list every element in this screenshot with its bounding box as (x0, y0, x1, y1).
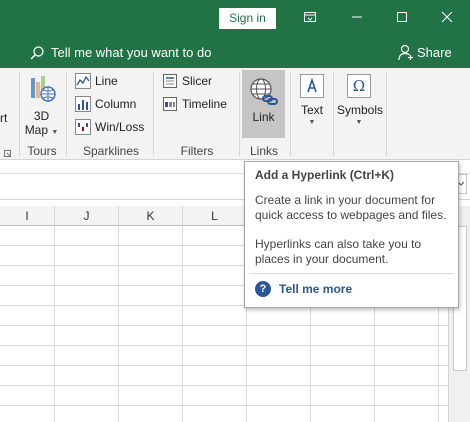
3d-map-icon (30, 76, 56, 102)
dialog-launcher-icon[interactable] (4, 147, 12, 158)
slicer-label: Slicer (182, 74, 213, 88)
link-button[interactable]: Link (242, 70, 285, 138)
symbols-label: Symbols (337, 103, 384, 117)
column-header-j[interactable]: J (55, 206, 119, 226)
ribbon: rt 3D Map ▼ Tours Line Column Win/Loss S… (0, 68, 470, 160)
group-separator (386, 72, 387, 156)
close-icon[interactable] (437, 6, 457, 28)
timeline-icon (163, 97, 177, 111)
help-icon: ? (255, 281, 271, 297)
map-label: Map (24, 123, 49, 137)
column-header-i[interactable]: I (0, 206, 55, 226)
chevron-down-icon: ▼ (355, 119, 363, 126)
tell-me-bar: Tell me what you want to do Share (0, 37, 470, 68)
sparkline-winloss-label: Win/Loss (95, 120, 145, 134)
group-separator (239, 72, 240, 156)
text-button[interactable]: Text ▼ (294, 72, 330, 138)
link-label: Link (252, 110, 275, 124)
maximize-icon[interactable] (392, 6, 412, 28)
hyperlink-tooltip: Add a Hyperlink (Ctrl+K) Create a link i… (244, 161, 459, 308)
symbols-button[interactable]: Ω Symbols ▼ (337, 72, 384, 138)
tell-me-more-label: Tell me more (279, 282, 353, 296)
3d-map-button[interactable]: 3D Map ▼ (21, 74, 62, 142)
chevron-down-icon: ▼ (308, 119, 316, 126)
group-separator (333, 72, 334, 156)
tooltip-divider (249, 273, 454, 274)
title-bar: Sign in (0, 0, 470, 37)
sparkline-line-label: Line (95, 74, 118, 88)
svg-text:Ω: Ω (353, 77, 365, 95)
person-icon (398, 44, 413, 61)
partial-ribbon-label: rt (0, 111, 8, 125)
filters-group-label: Filters (180, 144, 214, 158)
tooltip-description-2: Hyperlinks can also take you to places i… (255, 237, 422, 266)
tours-group-label: Tours (27, 144, 57, 158)
3d-map-label: 3D (33, 109, 50, 123)
group-separator (290, 72, 291, 156)
tooltip-title: Add a Hyperlink (Ctrl+K) (255, 168, 395, 182)
group-separator (153, 72, 154, 156)
sparkline-column-icon (75, 96, 91, 112)
slicer-icon (163, 74, 177, 88)
sparkline-line-icon (75, 73, 91, 89)
text-label: Text (300, 103, 323, 117)
tooltip-description: Create a link in your document for quick… (255, 193, 447, 222)
group-separator (66, 72, 67, 156)
minimize-icon[interactable] (347, 6, 367, 28)
hyperlink-globe-icon (250, 78, 278, 105)
chevron-down-icon: ▼ (51, 129, 59, 136)
column-header-l[interactable]: L (183, 206, 247, 226)
tell-me-input[interactable]: Tell me what you want to do (51, 44, 211, 61)
sparkline-winloss-icon (75, 119, 91, 135)
sparkline-column-label: Column (95, 97, 137, 111)
share-label: Share (417, 45, 452, 60)
sign-in-button[interactable]: Sign in (219, 8, 276, 29)
column-header-k[interactable]: K (119, 206, 183, 226)
sparklines-group-label: Sparklines (82, 144, 140, 158)
omega-symbol-icon: Ω (347, 74, 371, 98)
search-icon (30, 46, 44, 60)
text-box-icon (300, 74, 324, 98)
3d-map-label-2: Map ▼ (21, 123, 62, 140)
timeline-label: Timeline (182, 97, 227, 111)
ribbon-display-options-icon[interactable] (300, 6, 320, 28)
links-group-label: Links (249, 144, 278, 158)
